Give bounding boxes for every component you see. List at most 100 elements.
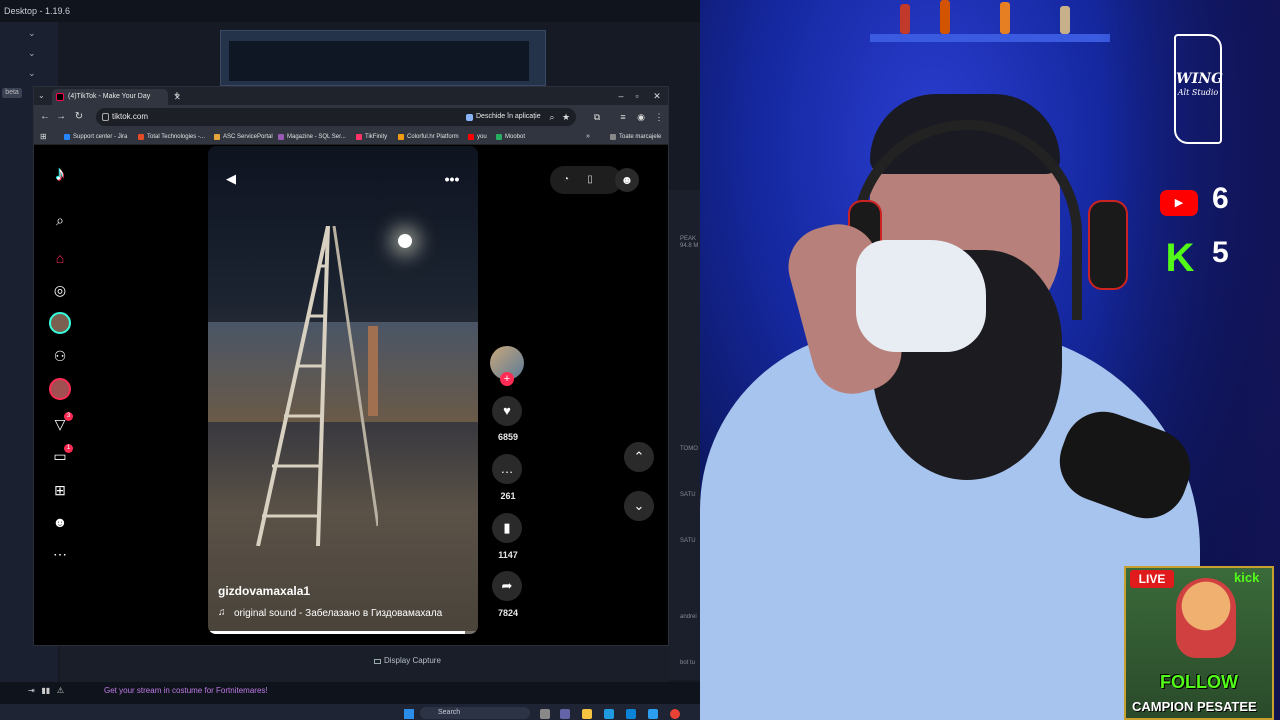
preview-thumbnail [220,30,546,86]
youtube-viewer-count: 6 [1212,182,1229,215]
share-arrow-icon[interactable]: ➦ [492,571,522,601]
status-message[interactable]: Get your stream in costume for Fortnitem… [104,686,268,695]
close-window-icon[interactable]: ✕ [650,89,664,103]
live-avatar-icon[interactable] [49,378,71,400]
video-progress-fill [208,631,465,634]
wall-shelf [870,34,1110,42]
profile-menu-icon[interactable]: ≡ [616,110,630,124]
side-label: TOMO [680,446,698,452]
new-tab-icon[interactable]: + [174,90,186,102]
display-capture-source[interactable]: Display Capture [372,656,441,665]
chevron-down-icon[interactable]: ⌄ [28,68,38,79]
bookmark-item[interactable]: Colorful.hr Platform [398,131,459,143]
mascot-character [1176,578,1236,658]
chevron-down-icon[interactable]: ⌄ [28,48,38,59]
open-in-app-button[interactable]: Deschide în aplicație [466,110,541,124]
previous-video-chevron-up-icon[interactable]: ⌃ [624,442,654,472]
extensions-icon[interactable]: ⧉ [590,110,604,124]
youtube-icon: ▶ [1160,190,1198,216]
windows-start-icon[interactable] [404,709,414,719]
shelf-bottle [1060,6,1070,34]
all-bookmarks-folder[interactable]: Toate marcajele [610,131,661,143]
store-icon[interactable] [626,709,636,719]
more-menu-icon[interactable]: ⋮ [652,110,666,124]
desktop-title: Desktop - 1.19.6 [0,0,700,22]
kick-icon: K [1165,236,1195,280]
shelf-bottle [940,0,950,34]
next-video-chevron-down-icon[interactable]: ⌄ [624,491,654,521]
volume-icon[interactable]: ◀ [222,170,240,188]
task-view-icon[interactable] [540,709,550,719]
profile-icon[interactable]: ☻ [48,510,72,534]
like-count: 6859 [497,432,519,442]
site-info-icon[interactable] [102,113,109,121]
bookmark-item[interactable]: Magazine - SQL Ser... [278,131,346,143]
chevron-down-icon[interactable]: ⌄ [28,28,38,39]
side-label: PEAK [680,236,697,242]
more-icon[interactable]: ⋯ [48,542,72,566]
minimize-icon[interactable]: – [614,89,628,103]
video-sound-title[interactable]: original sound - Забелазано в Гиздовамах… [218,608,442,619]
profile-avatar-icon[interactable]: ◉ [634,110,648,124]
video-action-bar: + ♥ 6859 … 261 ▮ 1147 ➦ 7824 [486,346,530,646]
activity-badge: 3 [64,412,73,421]
forward-icon[interactable]: → [54,110,68,124]
search-icon[interactable]: ⌕ [48,208,72,232]
bookmark-item[interactable]: Support center - Jira [64,131,127,143]
bookmark-icon[interactable]: ▮ [492,513,522,543]
headphone-right-cup [1088,200,1128,290]
bookmark-star-icon[interactable]: ★ [560,110,572,124]
bookmark-item[interactable]: Moobot [496,131,525,143]
auto-scroll-icon[interactable]: ◔ [558,172,574,188]
bookmark-item[interactable]: ASC ServicePortal [214,131,273,143]
reload-icon[interactable]: ↻ [72,110,86,124]
follow-text: FOLLOW [1160,672,1238,692]
back-icon[interactable]: ← [38,110,52,124]
brand-name: WING [1176,71,1224,87]
following-avatar-icon[interactable] [49,312,71,334]
url-text: tiktok.com [112,112,149,121]
maximize-icon[interactable]: ▫ [630,89,644,103]
mail-icon[interactable] [648,709,658,719]
device-icon[interactable]: ▯ [582,172,598,188]
address-bar[interactable]: tiktok.com Deschide în aplicație ⌕ ★ [96,108,576,126]
status-icons: ⇥ ▮▮ ⚠ [28,686,65,695]
taskbar [0,704,700,720]
edge-icon[interactable] [604,709,614,719]
explore-compass-icon[interactable]: ◎ [48,278,72,302]
like-heart-icon[interactable]: ♥ [492,396,522,426]
video-more-options-icon[interactable]: ••• [440,170,464,188]
browser-toolbar: ← → ↻ tiktok.com Deschide în aplicație ⌕… [34,105,668,129]
side-label: SATU [680,492,696,498]
tab-search-icon[interactable]: ⌄ [38,90,50,102]
profile-bearded-icon[interactable]: ☻ [615,168,639,192]
friends-icon[interactable]: ⚇ [48,344,72,368]
bookmarks-bar: ⊞ Support center - Jira Total Technologi… [34,129,668,145]
home-icon[interactable]: ⌂ [48,246,72,270]
file-explorer-icon[interactable] [582,709,592,719]
follow-plus-icon[interactable]: + [500,372,514,386]
bookmark-item[interactable]: you [468,131,487,143]
video-author-name[interactable]: gizdovamaxala1 [218,584,310,598]
chrome-icon[interactable] [670,709,680,719]
sources-panel [60,646,670,682]
apps-grid-icon[interactable]: ⊞ [40,131,50,143]
shelf-bottle [1000,2,1010,34]
video-player[interactable]: ◀ ••• gizdovamaxala1 ♫ original sound - … [208,146,478,634]
tiktok-logo-icon[interactable]: ♪ [48,160,72,188]
upload-icon[interactable]: ⊞ [48,478,72,502]
bookmark-item[interactable]: Total Technologies -... [138,131,205,143]
bookmark-item[interactable]: TikFinity [356,131,387,143]
share-count: 7824 [497,608,519,618]
bookmarks-overflow-icon[interactable]: » [586,131,596,143]
zoom-icon[interactable]: ⌕ [546,110,558,124]
video-progress-bar[interactable] [208,631,478,634]
teams-icon[interactable] [560,709,570,719]
brand-subtitle: Alt Studio [1177,88,1219,97]
taskbar-search[interactable]: Search [420,707,530,719]
video-ladder [256,226,378,546]
tab-tiktok[interactable]: (4)TikTok - Make Your Day ✕ [52,89,181,105]
kick-viewer-count: 5 [1212,236,1229,269]
beta-badge: beta [2,88,22,98]
comment-icon[interactable]: … [492,454,522,484]
